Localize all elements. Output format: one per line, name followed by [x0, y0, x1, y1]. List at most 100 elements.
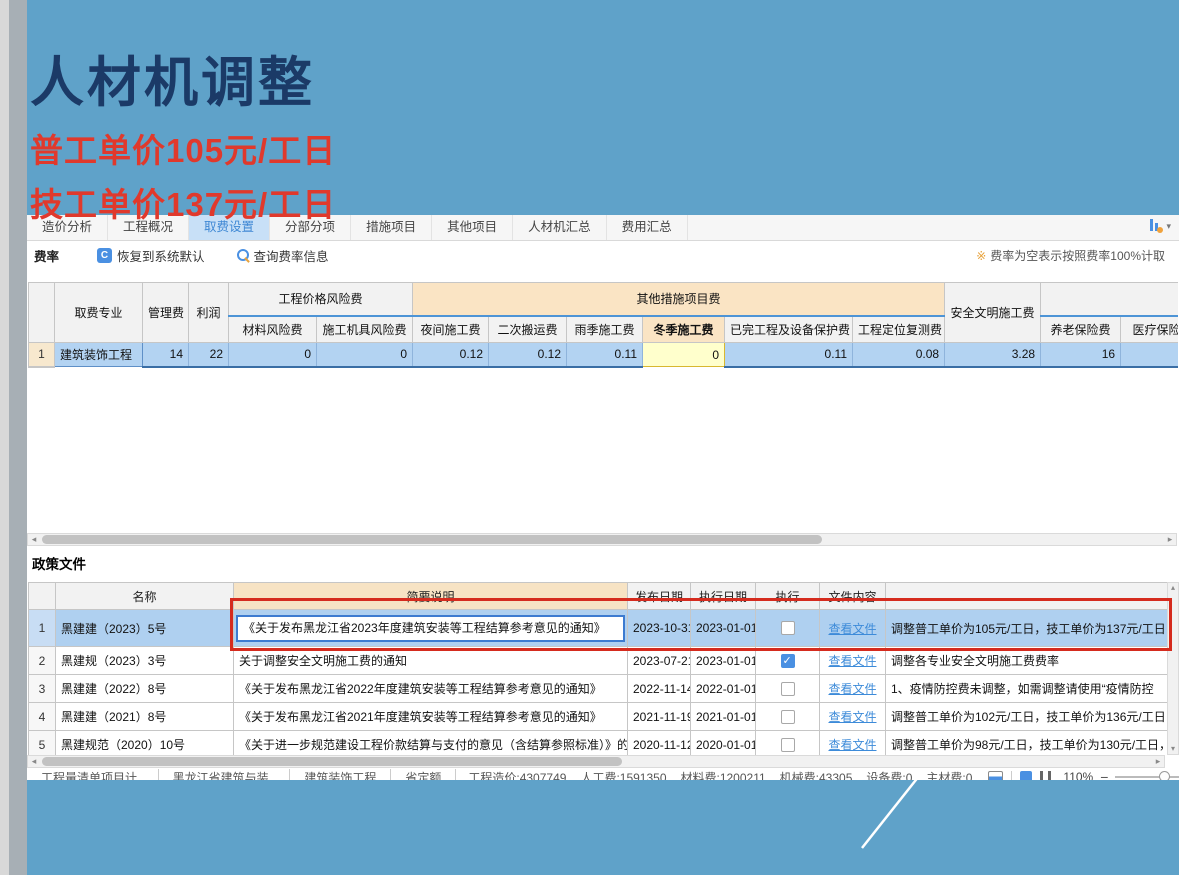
col-header-profit[interactable]: 利润	[189, 283, 229, 343]
policy-name-cell[interactable]: 黑建规（2023）3号	[56, 647, 234, 675]
policy-name-cell[interactable]: 黑建建（2022）8号	[56, 675, 234, 703]
group-header-other-measures: 其他措施项目费	[413, 283, 945, 316]
tab-other-items[interactable]: 其他项目	[432, 215, 513, 240]
fee-table-hscrollbar[interactable]: ◂ ▸	[27, 533, 1177, 546]
col-header-management-fee[interactable]: 管理费	[143, 283, 189, 343]
hscrollbar-thumb[interactable]	[42, 535, 822, 544]
file-content-cell: 查看文件	[820, 675, 886, 703]
row-number-cell[interactable]: 2	[29, 647, 56, 675]
tabbar-tools-button[interactable]: ▾	[1150, 219, 1171, 233]
profit-cell[interactable]: 22	[189, 343, 229, 367]
tab-measure-items[interactable]: 措施项目	[351, 215, 432, 240]
policy-remark-cell[interactable]: 1、疫情防控费未调整，如需调整请使用“疫情防控	[886, 675, 1168, 703]
medical-insurance-cell[interactable]: 7.	[1121, 343, 1178, 367]
scroll-right-icon[interactable]: ▸	[1152, 756, 1164, 767]
annotation-highlight-box	[230, 598, 1172, 651]
execute-checkbox[interactable]	[781, 710, 795, 724]
winter-season-cell-selected[interactable]: 0	[643, 343, 725, 367]
restore-default-label: 恢复到系统默认	[117, 246, 205, 265]
col-header-pension-insurance[interactable]: 养老保险费	[1041, 316, 1121, 343]
zoom-slider[interactable]	[1115, 776, 1179, 778]
scroll-left-icon[interactable]: ◂	[28, 534, 40, 545]
row-number-cell[interactable]: 1	[29, 343, 55, 367]
row-number-cell[interactable]: 3	[29, 675, 56, 703]
fee-rate-table-container: 取费专业 管理费 利润 工程价格风险费 其他措施项目费 安全文明施工费 材料风险…	[28, 282, 1178, 372]
view-file-link[interactable]: 查看文件	[828, 710, 876, 724]
publish-date-cell[interactable]: 2022-11-14	[628, 675, 691, 703]
secondary-handling-cell[interactable]: 0.12	[489, 343, 567, 367]
policy-remark-cell[interactable]: 调整普工单价为102元/工日，技工单价为136元/工日	[886, 703, 1168, 731]
slide-title: 人材机调整	[30, 38, 315, 117]
row-number-cell[interactable]: 5	[29, 731, 56, 756]
material-risk-cell[interactable]: 0	[229, 343, 317, 367]
execute-cell	[756, 703, 820, 731]
col-header-machine-risk[interactable]: 施工机具风险费	[317, 316, 413, 343]
execute-checkbox[interactable]	[781, 682, 795, 696]
corner-header	[29, 283, 55, 343]
execute-date-cell[interactable]: 2021-01-01	[691, 703, 756, 731]
machine-risk-cell[interactable]: 0	[317, 343, 413, 367]
policy-name-cell[interactable]: 黑建建（2023）5号	[56, 610, 234, 647]
execute-cell	[756, 675, 820, 703]
query-fee-info-button[interactable]: 查询费率信息	[237, 246, 329, 265]
col-header-medical-insurance[interactable]: 医疗保险费	[1121, 316, 1178, 343]
policy-row-5[interactable]: 5 黑建规范（2020）10号 《关于进一步规范建设工程价款结算与支付的意见（含…	[29, 731, 1168, 756]
col-header-material-risk[interactable]: 材料风险费	[229, 316, 317, 343]
publish-date-cell[interactable]: 2020-11-12	[628, 731, 691, 756]
row-number-cell[interactable]: 4	[29, 703, 56, 731]
col-header-name[interactable]: 名称	[56, 583, 234, 610]
view-file-link[interactable]: 查看文件	[828, 738, 876, 752]
col-header-night-work[interactable]: 夜间施工费	[413, 316, 489, 343]
execute-date-cell[interactable]: 2022-01-01	[691, 675, 756, 703]
execute-date-cell[interactable]: 2020-01-01	[691, 731, 756, 756]
hint-mark-icon: ※	[976, 249, 986, 263]
col-header-rainy-season[interactable]: 雨季施工费	[567, 316, 643, 343]
rainy-season-cell[interactable]: 0.11	[567, 343, 643, 367]
col-header-secondary-handling[interactable]: 二次搬运费	[489, 316, 567, 343]
left-edge-strip	[0, 0, 9, 875]
policy-name-cell[interactable]: 黑建建（2021）8号	[56, 703, 234, 731]
restore-icon: C	[97, 248, 112, 263]
tab-labor-material-summary[interactable]: 人材机汇总	[513, 215, 607, 240]
col-header-completed-protection[interactable]: 已完工程及设备保护费	[725, 316, 853, 343]
col-header-profession[interactable]: 取费专业	[55, 283, 143, 343]
scroll-down-icon[interactable]: ▾	[1168, 744, 1178, 754]
group-header-insurance	[1041, 283, 1178, 316]
policy-row-4[interactable]: 4 黑建建（2021）8号 《关于发布黑龙江省2021年度建筑安装等工程结算参考…	[29, 703, 1168, 731]
scroll-left-icon[interactable]: ◂	[28, 756, 40, 767]
safety-civilized-cell[interactable]: 3.28	[945, 343, 1041, 367]
view-file-link[interactable]: 查看文件	[828, 682, 876, 696]
policy-summary-cell[interactable]: 《关于进一步规范建设工程价款结算与支付的意见（含结算参照标准）》的通知	[234, 731, 628, 756]
corner-header	[29, 583, 56, 610]
chevron-down-icon: ▾	[1166, 221, 1171, 232]
scroll-up-icon[interactable]: ▴	[1168, 583, 1178, 593]
policy-row-3[interactable]: 3 黑建建（2022）8号 《关于发布黑龙江省2022年度建筑安装等工程结算参考…	[29, 675, 1168, 703]
policy-summary-cell[interactable]: 《关于发布黑龙江省2022年度建筑安装等工程结算参考意见的通知》	[234, 675, 628, 703]
management-fee-cell[interactable]: 14	[143, 343, 189, 367]
view-file-link[interactable]: 查看文件	[828, 654, 876, 668]
execute-checkbox[interactable]	[781, 738, 795, 752]
completed-protection-cell[interactable]: 0.11	[725, 343, 853, 367]
restore-default-button[interactable]: C 恢复到系统默认	[97, 246, 205, 265]
query-fee-info-label: 查询费率信息	[254, 246, 329, 265]
col-header-relocation-survey[interactable]: 工程定位复测费	[853, 316, 945, 343]
tab-cost-summary[interactable]: 费用汇总	[607, 215, 688, 240]
policy-name-cell[interactable]: 黑建规范（2020）10号	[56, 731, 234, 756]
row-number-cell[interactable]: 1	[29, 610, 56, 647]
policy-summary-cell[interactable]: 《关于发布黑龙江省2021年度建筑安装等工程结算参考意见的通知》	[234, 703, 628, 731]
screenshot-stage: 人材机调整 普工单价105元/工日 技工单价137元/工日 造价分析 工程概况 …	[0, 0, 1179, 875]
col-header-safety-civilized[interactable]: 安全文明施工费	[945, 283, 1041, 343]
execute-checkbox[interactable]	[781, 654, 795, 668]
relocation-survey-cell[interactable]: 0.08	[853, 343, 945, 367]
col-header-winter-season[interactable]: 冬季施工费	[643, 316, 725, 343]
app-panel: 造价分析 工程概况 取费设置 分部分项 措施项目 其他项目 人材机汇总 费用汇总…	[27, 215, 1179, 781]
chart-bars-icon	[1150, 219, 1163, 233]
policy-remark-cell[interactable]: 调整普工单价为98元/工日，技工单价为130元/工日，	[886, 731, 1168, 756]
profession-cell[interactable]: 建筑装饰工程	[55, 343, 143, 367]
scroll-right-icon[interactable]: ▸	[1164, 534, 1176, 545]
publish-date-cell[interactable]: 2021-11-19	[628, 703, 691, 731]
pension-insurance-cell[interactable]: 16	[1041, 343, 1121, 367]
night-work-cell[interactable]: 0.12	[413, 343, 489, 367]
hscrollbar-thumb[interactable]	[42, 757, 622, 766]
file-content-cell: 查看文件	[820, 703, 886, 731]
